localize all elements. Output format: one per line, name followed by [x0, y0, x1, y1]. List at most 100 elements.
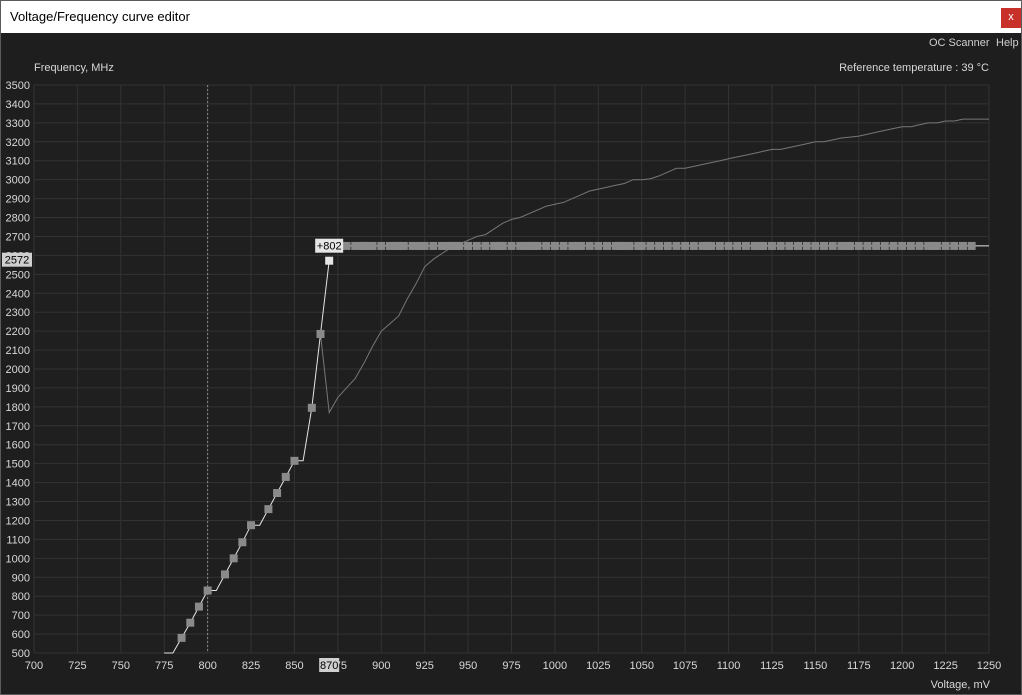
y-tick-label: 1300	[6, 497, 30, 509]
y-tick-label: 1100	[6, 534, 30, 546]
curve-point	[854, 241, 863, 250]
y-tick-label: 900	[12, 572, 30, 584]
curve-point	[408, 241, 417, 250]
curve-point	[646, 241, 655, 250]
curve-point	[203, 586, 212, 595]
curve-point	[707, 241, 716, 250]
y-tick-label: 1000	[6, 553, 30, 565]
curve-point	[542, 241, 551, 250]
x-tick-label: 1100	[717, 660, 741, 672]
x-tick-label: 850	[285, 660, 303, 672]
curve-point	[247, 521, 256, 530]
vf-curve-chart[interactable]: 500 600 700 800 900 1000 1100 1200 1300 1400 1500 1…	[1, 53, 1021, 693]
y-tick-label: 2200	[6, 326, 30, 338]
curve-point	[846, 241, 855, 250]
y-tick-label: 800	[12, 591, 30, 603]
curve-point	[464, 241, 473, 250]
curve-point	[794, 241, 802, 250]
frequency-readout: 2572	[5, 255, 29, 267]
curve-point	[767, 241, 776, 250]
curve-point	[576, 241, 585, 250]
curve-point	[880, 241, 889, 250]
x-tick-label: 1175	[847, 660, 871, 672]
curve-point	[377, 241, 386, 250]
y-tick-label: 2400	[6, 288, 30, 300]
x-tick-label: 1150	[804, 660, 828, 672]
y-tick-label: 2000	[6, 364, 30, 376]
x-tick-label: 1125	[760, 660, 784, 672]
y-tick-label: 1500	[6, 459, 30, 471]
y-tick-label: 600	[12, 629, 30, 641]
curve-point	[655, 241, 664, 250]
curve-point	[533, 241, 542, 250]
y-tick-label: 2900	[6, 194, 30, 206]
vf-curve-editor-window: Voltage/Frequency curve editor x OC Scan…	[0, 0, 1022, 695]
oc-scanner-menu[interactable]: OC Scanner	[929, 37, 990, 49]
curve-point	[550, 241, 559, 250]
y-tick-label: 500	[12, 648, 30, 660]
curve-point	[889, 241, 898, 250]
y-tick-label: 1200	[6, 515, 30, 527]
curve-point	[481, 241, 490, 250]
curve-point	[785, 241, 794, 250]
curve-point	[672, 241, 681, 250]
curve-point	[221, 570, 229, 579]
x-tick-label: 900	[372, 660, 390, 672]
y-tick-label: 3100	[6, 156, 30, 168]
y-tick-label: 1800	[6, 402, 30, 414]
curve-point	[915, 241, 924, 250]
y-tick-label: 1600	[6, 440, 30, 452]
y-tick-label: 3000	[6, 175, 30, 187]
curve-point	[681, 241, 690, 250]
curve-point	[429, 241, 438, 250]
x-tick-label: 925	[416, 660, 434, 672]
x-tick-label: 975	[502, 660, 520, 672]
curve-point	[637, 241, 646, 250]
curve-point	[958, 241, 967, 250]
voltage-readout: 870	[320, 660, 338, 672]
curve-point	[967, 241, 976, 250]
curve-point	[950, 241, 959, 250]
curve-point	[273, 489, 282, 498]
curve-point	[559, 241, 568, 250]
x-tick-label: 1250	[977, 660, 1001, 672]
curve-point	[585, 241, 594, 250]
curve-point	[689, 241, 698, 250]
curve-point	[507, 241, 516, 250]
y-tick-label: 1400	[6, 478, 30, 490]
curve-point	[776, 241, 785, 250]
curve-point	[898, 241, 907, 250]
selected-curve-point	[325, 256, 334, 265]
y-tick-label: 700	[12, 610, 30, 622]
curve-point	[229, 554, 238, 563]
y-tick-label: 1900	[6, 383, 30, 395]
y-tick-label: 2700	[6, 231, 30, 243]
curve-point	[941, 241, 950, 250]
x-tick-label: 1075	[673, 660, 697, 672]
curve-point	[472, 241, 481, 250]
curve-point	[238, 538, 247, 547]
curve-point	[290, 456, 299, 465]
curve-point	[177, 633, 186, 642]
curve-point	[724, 241, 733, 250]
curve-point	[663, 241, 672, 250]
x-tick-label: 725	[68, 660, 86, 672]
curve-point	[594, 241, 603, 250]
curve-point	[932, 241, 941, 250]
x-tick-label: 950	[459, 660, 477, 672]
curve-point	[455, 241, 464, 250]
curve-point	[733, 241, 742, 250]
curve-point	[811, 241, 820, 250]
y-tick-label: 3500	[6, 80, 30, 92]
close-button[interactable]: x	[1001, 8, 1021, 28]
curve-point	[820, 241, 829, 250]
offset-label: +802	[317, 241, 342, 253]
y-tick-label: 2100	[6, 345, 30, 357]
curve-point	[603, 241, 611, 250]
help-menu[interactable]: Help	[996, 37, 1019, 49]
curve-point	[342, 241, 351, 250]
window-title: Voltage/Frequency curve editor	[10, 9, 190, 24]
x-tick-label: 700	[25, 660, 43, 672]
x-axis-title: Voltage, mV	[931, 679, 991, 691]
curve-point	[307, 403, 316, 412]
